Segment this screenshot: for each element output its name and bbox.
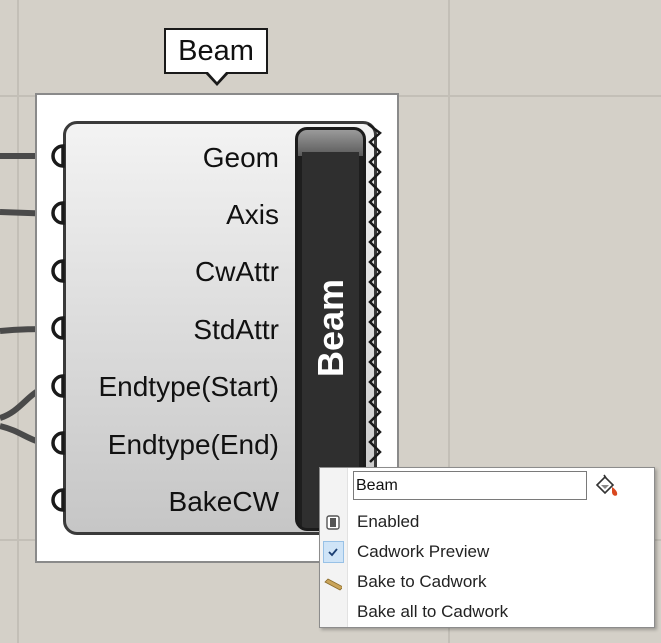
input-label-endtype-end: Endtype(End) — [107, 429, 279, 460]
menu-item-label: Cadwork Preview — [357, 542, 490, 561]
input-label-stdattr: StdAttr — [193, 314, 279, 345]
component-nickname: Beam — [310, 278, 351, 378]
enabled-toggle-icon — [324, 513, 342, 531]
component-tooltip: Beam — [164, 28, 268, 74]
input-label-cwattr: CwAttr — [195, 256, 279, 287]
menu-item-label: Bake all to Cadwork — [357, 602, 509, 621]
menu-item-enabled[interactable]: Enabled — [320, 508, 654, 538]
input-label-axis: Axis — [226, 199, 279, 230]
menu-item-bake-to-cadwork[interactable]: Bake to Cadwork — [320, 568, 654, 598]
menu-item-label: Enabled — [357, 512, 420, 531]
input-label-geom: Geom — [202, 142, 279, 173]
bake-icon — [324, 573, 344, 591]
tooltip-pointer-fill — [207, 71, 227, 82]
paint-bucket-icon[interactable] — [593, 474, 621, 498]
menu-item-bake-all-to-cadwork[interactable]: Bake all to Cadwork — [320, 598, 654, 628]
checkmark-icon — [324, 543, 342, 561]
component-context-menu: Enabled Cadwork Preview Bake to Cadwork … — [319, 467, 655, 628]
menu-item-cadwork-preview[interactable]: Cadwork Preview — [320, 538, 654, 568]
input-label-bakecw: BakeCW — [168, 486, 279, 517]
menu-item-label: Bake to Cadwork — [357, 572, 487, 591]
component-name-field[interactable] — [353, 471, 587, 500]
input-label-endtype-start: Endtype(Start) — [98, 371, 279, 402]
